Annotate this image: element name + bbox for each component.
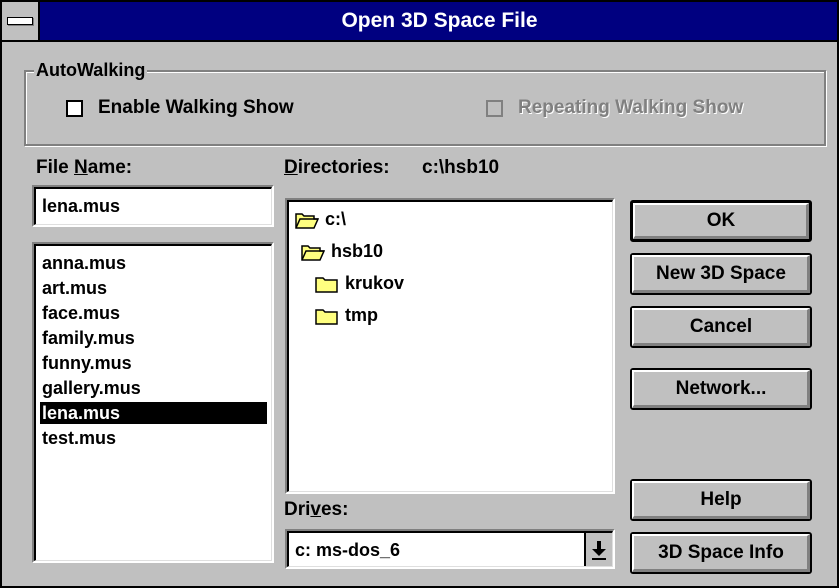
- system-menu-icon: [7, 17, 33, 25]
- network-button-label: Network...: [675, 378, 767, 399]
- open-folder-icon: [301, 245, 325, 261]
- file-list[interactable]: anna.mus art.mus face.mus family.mus funny.m…: [34, 244, 272, 561]
- ok-button[interactable]: OK: [630, 200, 812, 242]
- 3d-space-info-button[interactable]: 3D Space Info: [630, 532, 812, 574]
- new-3d-space-button[interactable]: New 3D Space: [630, 253, 812, 295]
- autowalking-group-label: AutoWalking: [34, 60, 148, 81]
- file-name-label: File Name:: [36, 157, 133, 178]
- title-bar: Open 3D Space File: [2, 2, 837, 42]
- current-directory-path: c:\hsb10: [422, 157, 500, 178]
- drives-selected-value: c: ms-dos_6: [295, 540, 401, 560]
- file-name-input-frame: lena.mus: [32, 185, 274, 227]
- file-list-item[interactable]: anna.mus: [42, 252, 126, 274]
- file-list-item[interactable]: gallery.mus: [42, 377, 141, 399]
- open-3d-space-dialog: Open 3D Space File AutoWalking Enable Wa…: [0, 0, 839, 588]
- file-list-item[interactable]: test.mus: [42, 427, 116, 449]
- window-title: Open 3D Space File: [341, 9, 538, 32]
- repeating-walking-checkbox: [486, 100, 503, 117]
- file-list-item[interactable]: lena.mus: [40, 402, 267, 424]
- directory-item-label: c:\: [325, 209, 347, 229]
- drives-dropdown-button[interactable]: [584, 533, 612, 566]
- file-list-item[interactable]: face.mus: [42, 302, 120, 324]
- file-list-item[interactable]: art.mus: [42, 277, 107, 299]
- directory-item-label: tmp: [345, 305, 378, 325]
- enable-walking-label[interactable]: Enable Walking Show: [98, 97, 294, 119]
- help-button[interactable]: Help: [630, 479, 812, 521]
- closed-folder-icon: [315, 309, 338, 325]
- directories-label: Directories:: [284, 157, 390, 178]
- drives-combobox[interactable]: c: ms-dos_6: [287, 531, 613, 567]
- network-button[interactable]: Network...: [630, 368, 812, 410]
- new-3d-space-button-label: New 3D Space: [656, 263, 786, 284]
- drives-label: Drives:: [284, 499, 349, 520]
- help-button-label: Help: [700, 489, 742, 510]
- drives-combobox-frame: c: ms-dos_6: [285, 529, 615, 569]
- file-list-item[interactable]: funny.mus: [42, 352, 132, 374]
- open-folder-icon: [295, 213, 319, 229]
- enable-walking-checkbox[interactable]: [66, 100, 83, 117]
- directory-item-label: hsb10: [331, 241, 384, 261]
- closed-folder-icon: [315, 277, 338, 293]
- ok-button-label: OK: [706, 210, 736, 231]
- directory-item[interactable]: tmp: [315, 302, 378, 328]
- 3d-space-info-button-label: 3D Space Info: [658, 542, 784, 563]
- repeating-walking-label: Repeating Walking Show: [518, 97, 744, 118]
- directory-tree-frame: c:\ hsb10 krukov tmp: [285, 198, 615, 494]
- system-menu-button[interactable]: [2, 2, 40, 40]
- directory-tree[interactable]: c:\ hsb10 krukov tmp: [287, 200, 613, 492]
- file-list-frame: anna.mus art.mus face.mus family.mus funny.m…: [32, 242, 274, 563]
- directory-item[interactable]: c:\: [295, 206, 346, 232]
- dropdown-arrow-icon: [592, 541, 606, 560]
- directory-item[interactable]: krukov: [315, 270, 404, 296]
- file-name-input-value: lena.mus: [42, 196, 121, 216]
- directory-item[interactable]: hsb10: [301, 238, 383, 264]
- directory-item-label: krukov: [345, 273, 405, 293]
- cancel-button[interactable]: Cancel: [630, 306, 812, 348]
- file-name-input[interactable]: lena.mus: [34, 187, 272, 225]
- cancel-button-label: Cancel: [689, 316, 753, 337]
- file-list-item[interactable]: family.mus: [42, 327, 135, 349]
